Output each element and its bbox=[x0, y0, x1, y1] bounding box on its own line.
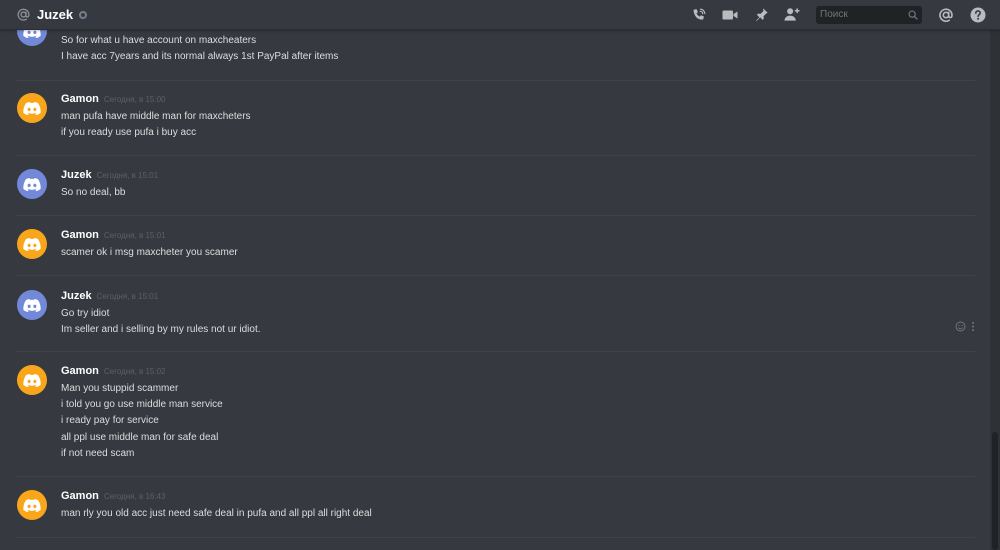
channel-header: Juzek bbox=[0, 0, 1000, 30]
discord-logo-icon bbox=[23, 177, 41, 191]
username[interactable]: Juzek bbox=[61, 169, 92, 181]
mentions-icon[interactable] bbox=[936, 5, 956, 25]
message-text: So for what u have account on maxcheater… bbox=[61, 35, 257, 46]
message-header: Gamon Сегодня, в 16:43 bbox=[61, 490, 166, 504]
at-sign-icon bbox=[15, 7, 31, 23]
add-friend-icon[interactable] bbox=[782, 5, 802, 25]
username[interactable]: Juzek bbox=[61, 290, 92, 302]
message-text: all ppl use middle man for safe deal bbox=[61, 431, 219, 443]
avatar[interactable] bbox=[17, 290, 47, 320]
message-divider bbox=[15, 537, 975, 538]
message-text: I have acc 7years and its normal always … bbox=[61, 51, 339, 63]
message-text: scamer ok i msg maxcheter you scamer bbox=[61, 247, 238, 258]
discord-logo-icon bbox=[23, 101, 41, 115]
message-header: Juzek Сегодня, в 15:01 bbox=[61, 169, 158, 183]
message-header: Gamon Сегодня, в 15:02 bbox=[61, 365, 166, 379]
message-divider bbox=[15, 275, 975, 276]
username[interactable]: Gamon bbox=[61, 93, 99, 105]
message-content: man rly you old acc just need safe deal … bbox=[61, 506, 372, 522]
username[interactable]: Gamon bbox=[61, 229, 99, 241]
message-content: So for what u have account on maxcheater… bbox=[61, 33, 338, 65]
message-actions bbox=[955, 321, 975, 332]
message-header: Juzek Сегодня, в 15:01 bbox=[61, 290, 158, 304]
message-content: scamer ok i msg maxcheter you scamer bbox=[61, 245, 238, 261]
message-content: So no deal, bb bbox=[61, 185, 126, 201]
message-text: if not need scam bbox=[61, 447, 135, 459]
message-divider bbox=[15, 476, 975, 477]
timestamp: Сегодня, в 16:43 bbox=[103, 492, 166, 501]
message-content: Man you stuppid scammer i told you go us… bbox=[61, 381, 223, 462]
video-icon[interactable] bbox=[720, 5, 740, 25]
message-content: Go try idiot Im seller and i selling by … bbox=[61, 306, 261, 338]
message-text: Im seller and i selling by my rules not … bbox=[61, 324, 261, 336]
username[interactable]: Gamon bbox=[61, 365, 99, 377]
username[interactable]: Gamon bbox=[61, 490, 99, 502]
message-text: Man you stuppid scammer bbox=[61, 383, 179, 394]
message-divider bbox=[15, 80, 975, 81]
avatar[interactable] bbox=[17, 365, 47, 395]
message-header: Gamon Сегодня, в 15:00 bbox=[61, 93, 166, 107]
timestamp: Сегодня, в 15:01 bbox=[96, 292, 159, 301]
timestamp: Сегодня, в 15:02 bbox=[103, 367, 166, 376]
more-options-icon[interactable] bbox=[971, 321, 975, 332]
discord-logo-icon bbox=[23, 237, 41, 251]
scrollbar-track[interactable] bbox=[990, 30, 1000, 550]
timestamp: Сегодня, в 15:01 bbox=[103, 231, 166, 240]
add-reaction-icon[interactable] bbox=[955, 321, 966, 332]
help-icon[interactable] bbox=[968, 5, 988, 25]
message-content: man pufa have middle man for maxcheters … bbox=[61, 109, 251, 141]
search-input[interactable] bbox=[820, 9, 900, 20]
message-divider bbox=[15, 155, 975, 156]
message-text: if you ready use pufa i buy acc bbox=[61, 127, 197, 139]
avatar[interactable] bbox=[17, 229, 47, 259]
header-toolbar bbox=[689, 0, 1000, 30]
channel-name: Juzek bbox=[37, 7, 74, 22]
avatar[interactable] bbox=[17, 169, 47, 199]
message-divider bbox=[15, 351, 975, 352]
scrollbar-thumb[interactable] bbox=[992, 432, 998, 550]
timestamp: Сегодня, в 15:01 bbox=[96, 171, 159, 180]
message-text: i ready pay for service bbox=[61, 415, 159, 427]
discord-logo-icon bbox=[23, 498, 41, 512]
message-text: Go try idiot bbox=[61, 308, 110, 319]
message-text: i told you go use middle man service bbox=[61, 399, 223, 411]
message-text: man rly you old acc just need safe deal … bbox=[61, 508, 372, 519]
message-text: So no deal, bb bbox=[61, 187, 126, 198]
timestamp: Сегодня, в 15:00 bbox=[103, 95, 166, 104]
discord-logo-icon bbox=[23, 298, 41, 312]
message-text: man pufa have middle man for maxcheters bbox=[61, 111, 251, 122]
status-offline-icon bbox=[79, 10, 88, 19]
message-header: Gamon Сегодня, в 15:01 bbox=[61, 229, 166, 243]
discord-logo-icon bbox=[23, 373, 41, 387]
avatar[interactable] bbox=[17, 490, 47, 520]
message-list[interactable]: So for what u have account on maxcheater… bbox=[0, 0, 990, 550]
avatar[interactable] bbox=[17, 93, 47, 123]
search-icon bbox=[908, 9, 918, 20]
call-icon[interactable] bbox=[689, 5, 709, 25]
pin-icon[interactable] bbox=[751, 5, 771, 25]
search-bar[interactable] bbox=[816, 5, 922, 24]
message-divider bbox=[15, 215, 975, 216]
